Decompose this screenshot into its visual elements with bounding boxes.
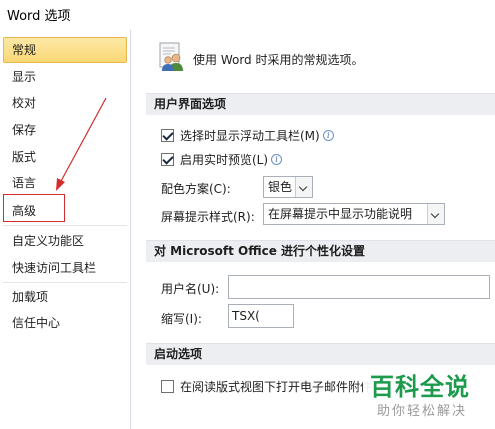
options-people-icon [159,42,183,71]
section-ui-options: 用户界面选项 [146,93,495,115]
initials-label: 缩写(I): [161,312,202,326]
color-scheme-value: 银色 [268,180,293,194]
mini-toolbar-option[interactable]: 选择时显示浮动工具栏(M) i [161,126,334,144]
sidebar-item-proofing[interactable]: 校对 [3,90,127,116]
sidebar-item-layout[interactable]: 版式 [3,144,127,170]
sidebar-item-save[interactable]: 保存 [3,117,127,143]
sidebar-item-customize-ribbon[interactable]: 自定义功能区 [3,228,127,254]
options-sidebar: 常规 显示 校对 保存 版式 语言 高级 自定义功能区 快速访问工具栏 加载项 … [0,30,131,429]
sidebar-item-trust-center[interactable]: 信任中心 [3,310,127,336]
section-startup-options: 启动选项 [146,343,495,365]
watermark-subtitle: 助你轻松解决 [377,404,468,419]
advanced-highlight-box [3,194,65,222]
live-preview-option[interactable]: 启用实时预览(L) i [161,150,283,168]
reading-view-checkbox[interactable] [161,379,174,393]
sidebar-item-general[interactable]: 常规 [3,37,127,63]
username-label: 用户名(U): [161,282,220,296]
screentip-style-select[interactable]: 在屏幕提示中显示功能说明 [263,203,445,225]
reading-view-option[interactable]: 在阅读版式视图下打开电子邮件附件 [161,377,372,395]
info-icon: i [271,153,283,165]
live-preview-checkbox[interactable] [161,152,174,166]
initials-input[interactable]: TSX( [228,304,294,328]
chevron-down-icon[interactable] [295,177,312,197]
info-icon: i [322,129,334,141]
watermark-logo: 百科全说 [370,373,470,401]
screentip-style-label: 屏幕提示样式(R): [161,210,255,224]
sidebar-item-display[interactable]: 显示 [3,64,127,90]
sidebar-divider [3,282,127,283]
title-bar: Word 选项 [0,0,495,27]
sidebar-item-quick-access-toolbar[interactable]: 快速访问工具栏 [3,255,127,281]
mini-toolbar-label: 选择时显示浮动工具栏(M) [180,128,320,143]
screentip-style-value: 在屏幕提示中显示功能说明 [268,207,413,221]
sidebar-divider [3,225,127,226]
chevron-down-icon[interactable] [427,204,444,224]
sidebar-item-add-ins[interactable]: 加载项 [3,284,127,310]
section-personalize: 对 Microsoft Office 进行个性化设置 [146,240,495,262]
color-scheme-label: 配色方案(C): [161,182,231,196]
reading-view-label: 在阅读版式视图下打开电子邮件附件 [180,379,373,394]
window-title: Word 选项 [7,9,71,24]
sidebar-item-language[interactable]: 语言 [3,170,127,196]
username-input[interactable] [228,275,490,299]
watermark: 百科全说 助你轻松解决 [363,365,495,429]
live-preview-label: 启用实时预览(L) [180,152,269,167]
color-scheme-select[interactable]: 银色 [263,176,313,198]
general-options-description: 使用 Word 时采用的常规选项。 [193,53,364,67]
mini-toolbar-checkbox[interactable] [161,128,174,142]
